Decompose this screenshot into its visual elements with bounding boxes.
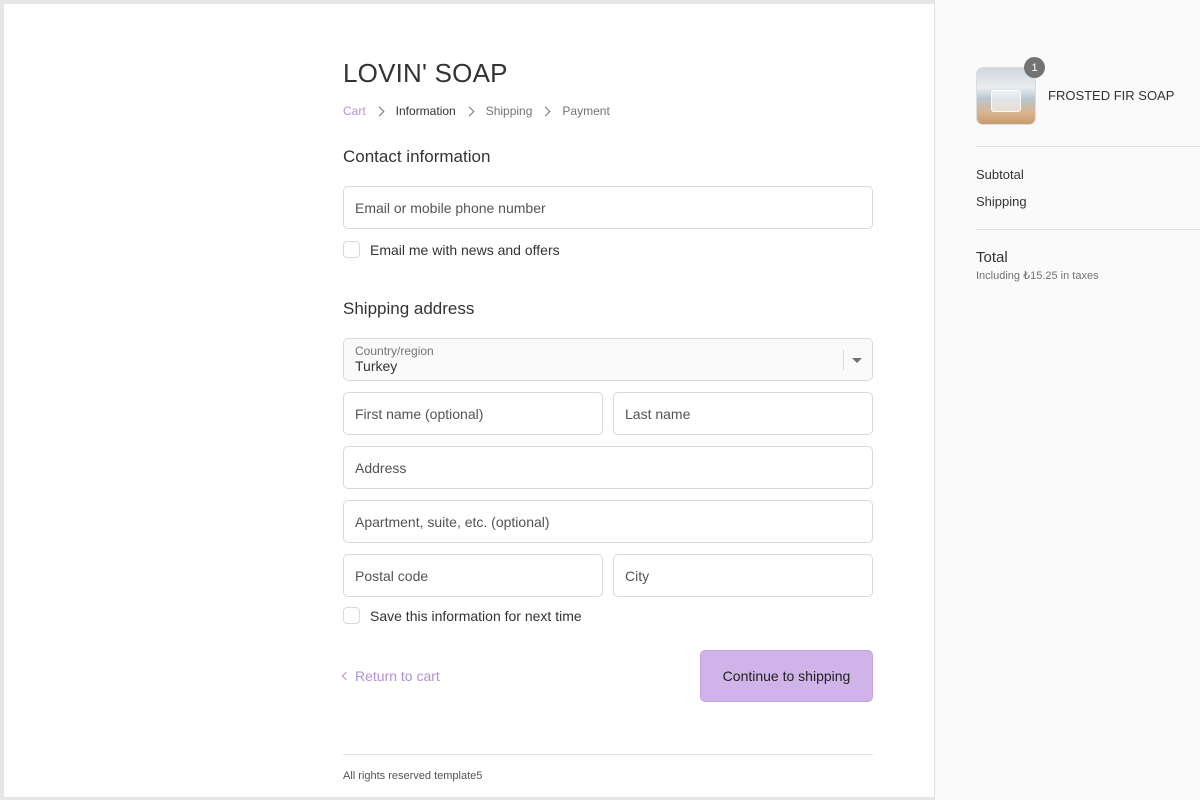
chevron-right-icon bbox=[374, 106, 385, 116]
product-image-jar bbox=[991, 90, 1021, 112]
email-input[interactable] bbox=[355, 199, 861, 216]
city-input[interactable] bbox=[625, 567, 861, 584]
apartment-input[interactable] bbox=[355, 513, 861, 530]
postal-code-field[interactable] bbox=[343, 554, 603, 597]
summary-divider bbox=[976, 229, 1200, 230]
quantity-badge: 1 bbox=[1024, 57, 1045, 78]
breadcrumb-information: Information bbox=[395, 104, 456, 118]
email-field[interactable] bbox=[343, 186, 873, 229]
last-name-field[interactable] bbox=[613, 392, 873, 435]
summary-divider bbox=[976, 146, 1200, 147]
footer-divider bbox=[343, 754, 873, 755]
newsletter-checkbox[interactable] bbox=[343, 241, 360, 258]
shipping-title: Shipping address bbox=[343, 299, 475, 318]
breadcrumb-shipping: Shipping bbox=[485, 104, 533, 118]
last-name-input[interactable] bbox=[625, 405, 861, 422]
shipping-label: Shipping bbox=[976, 194, 1027, 209]
footer-text: All rights reserved template5 bbox=[343, 770, 483, 782]
first-name-input[interactable] bbox=[355, 405, 591, 422]
order-summary: 1 FROSTED FIR SOAP Subtotal Shipping Tot… bbox=[934, 0, 1200, 800]
first-name-field[interactable] bbox=[343, 392, 603, 435]
newsletter-label[interactable]: Email me with news and offers bbox=[370, 242, 560, 258]
breadcrumb-cart[interactable]: Cart bbox=[343, 104, 366, 118]
save-info-label[interactable]: Save this information for next time bbox=[370, 608, 582, 624]
apartment-field[interactable] bbox=[343, 500, 873, 543]
tax-note: Including ₺15.25 in taxes bbox=[976, 270, 1099, 282]
save-info-checkbox[interactable] bbox=[343, 607, 360, 624]
breadcrumb: Cart Information Shipping Payment bbox=[343, 104, 610, 118]
city-field[interactable] bbox=[613, 554, 873, 597]
address-field[interactable] bbox=[343, 446, 873, 489]
subtotal-label: Subtotal bbox=[976, 167, 1024, 182]
total-label: Total bbox=[976, 249, 1008, 266]
chevron-right-icon bbox=[540, 106, 551, 116]
postal-code-input[interactable] bbox=[355, 567, 591, 584]
save-info-row: Save this information for next time bbox=[343, 607, 582, 624]
newsletter-row: Email me with news and offers bbox=[343, 241, 560, 258]
chevron-left-icon bbox=[341, 671, 351, 681]
return-to-cart-label: Return to cart bbox=[355, 668, 440, 684]
select-divider bbox=[843, 350, 844, 370]
contact-title: Contact information bbox=[343, 147, 491, 166]
address-input[interactable] bbox=[355, 459, 861, 476]
return-to-cart-link[interactable]: Return to cart bbox=[341, 668, 440, 684]
breadcrumb-payment: Payment bbox=[562, 104, 610, 118]
country-select[interactable]: Country/region Turkey bbox=[343, 338, 873, 381]
chevron-right-icon bbox=[464, 106, 475, 116]
country-value: Turkey bbox=[355, 358, 398, 374]
product-name: FROSTED FIR SOAP bbox=[1048, 88, 1175, 103]
caret-down-icon bbox=[852, 358, 862, 363]
country-label: Country/region bbox=[355, 344, 434, 358]
continue-to-shipping-button[interactable]: Continue to shipping bbox=[700, 650, 873, 702]
store-name[interactable]: LOVIN' SOAP bbox=[343, 58, 508, 89]
